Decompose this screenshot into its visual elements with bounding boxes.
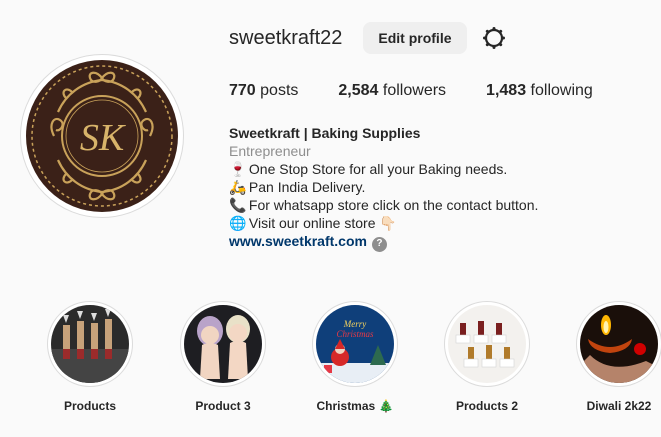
highlight-label: Product 3 — [195, 399, 251, 413]
help-icon[interactable]: ? — [371, 236, 387, 252]
bio-line-text: Visit our online store 👇🏻 — [248, 215, 397, 231]
bio-line-text: One Stop Store for all your Baking needs… — [248, 161, 508, 177]
phone-icon: 📞 — [229, 197, 247, 213]
highlight-products-2[interactable]: Products 2 — [437, 301, 537, 413]
stat-posts[interactable]: 770 posts — [229, 82, 298, 100]
highlight-label: Christmas 🎄 — [316, 399, 394, 413]
highlight-christmas[interactable]: Merry Christmas Christmas 🎄 — [305, 301, 405, 413]
bio-line: 📞 For whatsapp store click on the contac… — [229, 196, 538, 214]
highlight-cover — [576, 301, 661, 387]
bio-link-row: www.sweetkraft.com? — [229, 232, 538, 252]
highlight-cover — [180, 301, 266, 387]
profile-header-row: sweetkraft22 Edit profile — [229, 22, 506, 54]
highlight-label: Products 2 — [455, 399, 518, 413]
merry-text: Merry — [343, 319, 367, 329]
highlight-diwali-2k22[interactable]: Diwali 2k22 — [569, 301, 661, 413]
scooter-icon: 🛵 — [229, 179, 247, 195]
stat-followers[interactable]: 2,584 followers — [338, 82, 446, 100]
highlight-cover: Merry Christmas — [312, 301, 398, 387]
settings-gear-icon[interactable] — [482, 26, 506, 50]
highlight-product-3[interactable]: Product 3 — [173, 301, 273, 413]
posts-count: 770 — [229, 82, 256, 99]
christmas-text: Christmas — [336, 329, 374, 339]
bio-line: 🍷 One Stop Store for all your Baking nee… — [229, 160, 538, 178]
wine-glass-icon: 🍷 — [229, 161, 247, 177]
highlight-cover — [444, 301, 530, 387]
bio-line-text: Pan India Delivery. — [248, 179, 366, 195]
following-count: 1,483 — [486, 82, 527, 99]
highlight-cover — [47, 301, 133, 387]
doll-toppers-image — [184, 305, 262, 383]
highlight-label: Products — [63, 399, 116, 413]
highlight-label: Diwali 2k22 — [586, 399, 652, 413]
pastry-tips-image — [51, 305, 129, 383]
bio-line: 🛵 Pan India Delivery. — [229, 178, 538, 196]
christmas-card-image: Merry Christmas — [316, 305, 394, 383]
profile-avatar[interactable]: SK — [20, 54, 184, 218]
profile-stats: 770 posts 2,584 followers 1,483 followin… — [229, 82, 593, 100]
profile-bio: Sweetkraft | Baking Supplies Entrepreneu… — [229, 124, 538, 252]
website-link[interactable]: www.sweetkraft.com — [229, 232, 367, 250]
followers-count: 2,584 — [338, 82, 379, 99]
posts-label: posts — [260, 82, 299, 99]
flavour-bottles-image — [448, 305, 526, 383]
diya-lamp-image — [580, 305, 658, 383]
bio-category: Entrepreneur — [229, 143, 311, 159]
bio-name: Sweetkraft | Baking Supplies — [229, 125, 421, 141]
bio-line-text: For whatsapp store click on the contact … — [248, 197, 539, 213]
globe-icon: 🌐 — [229, 215, 247, 231]
edit-profile-button[interactable]: Edit profile — [363, 22, 467, 54]
logo-monogram: SK — [80, 117, 126, 159]
followers-label: followers — [382, 82, 447, 99]
bio-line: 🌐 Visit our online store 👇🏻 — [229, 214, 538, 232]
username: sweetkraft22 — [229, 26, 343, 49]
following-label: following — [530, 82, 593, 99]
stat-following[interactable]: 1,483 following — [486, 82, 593, 100]
highlight-products[interactable]: Products — [40, 301, 140, 413]
sweetkraft-logo: SK — [26, 60, 178, 212]
